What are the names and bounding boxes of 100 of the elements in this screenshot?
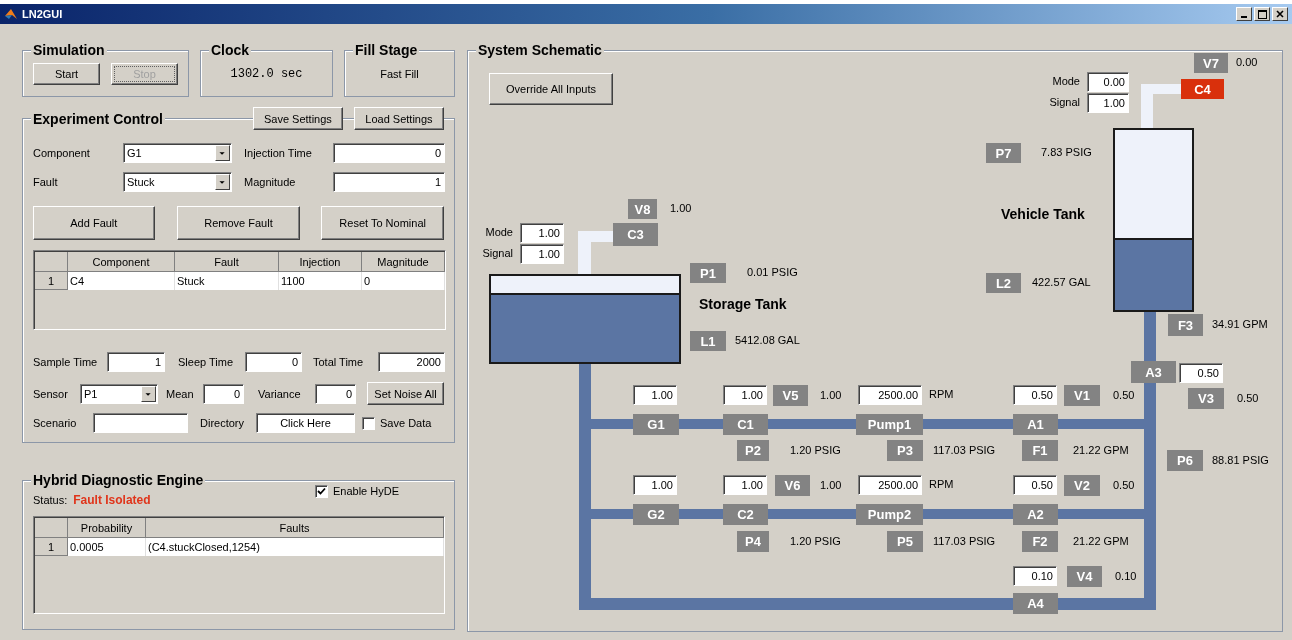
injection-time-field[interactable]: 0	[333, 143, 445, 163]
component-tag[interactable]: A2	[1013, 504, 1058, 525]
signal-field[interactable]: 1.00	[520, 244, 564, 264]
field-label: Mean	[166, 387, 195, 400]
setpoint-field[interactable]: 0.10	[1013, 566, 1057, 586]
component-tag[interactable]: P4	[737, 531, 769, 552]
column-header[interactable]: Injection	[279, 252, 362, 272]
component-tag[interactable]: V1	[1064, 385, 1100, 406]
component-tag[interactable]: C4	[1181, 79, 1224, 99]
component-tag[interactable]: F1	[1022, 440, 1058, 461]
component-tag[interactable]: V3	[1188, 388, 1224, 409]
component-tag[interactable]: P1	[690, 263, 726, 283]
component-tag[interactable]: L2	[986, 273, 1021, 293]
component-tag[interactable]: A4	[1013, 593, 1058, 614]
component-tag[interactable]: C3	[613, 223, 658, 246]
component-tag[interactable]: V5	[773, 385, 808, 406]
setpoint-field[interactable]: 1.00	[633, 385, 677, 405]
minimize-button[interactable]	[1236, 7, 1252, 21]
component-tag[interactable]: F3	[1168, 314, 1203, 336]
sensor-reading: 0.50	[1237, 392, 1259, 404]
component-tag[interactable]: Pump1	[856, 414, 923, 435]
component-tag[interactable]: V7	[1194, 53, 1228, 73]
component-tag[interactable]: P5	[887, 531, 923, 552]
fault-dropdown[interactable]: Stuck	[123, 172, 232, 192]
mode-field[interactable]: 1.00	[520, 223, 564, 243]
component-tag[interactable]: G2	[633, 504, 679, 525]
column-header[interactable]: Faults	[146, 518, 444, 538]
component-tag[interactable]: C1	[723, 414, 768, 435]
setpoint-field[interactable]: 1.00	[723, 475, 767, 495]
sensor-reading: 117.03 PSIG	[933, 535, 996, 547]
remove-fault-button[interactable]: Remove Fault	[176, 206, 301, 240]
component-tag[interactable]: P2	[737, 440, 769, 461]
component-tag[interactable]: V2	[1064, 475, 1100, 496]
component-tag[interactable]: Pump2	[856, 504, 923, 525]
component-tag[interactable]: C2	[723, 504, 768, 525]
setpoint-field[interactable]: 0.50	[1179, 363, 1223, 383]
sensor-reading: 0.50	[1113, 389, 1135, 401]
start-button[interactable]: Start	[33, 62, 100, 85]
component-dropdown[interactable]: G1	[123, 143, 232, 163]
variance-field[interactable]: 0	[315, 383, 356, 404]
directory-field[interactable]: Click Here	[256, 413, 355, 433]
sensor-reading: 117.03 PSIG	[933, 444, 996, 456]
component-tag[interactable]: P7	[986, 143, 1021, 163]
sample-time-field[interactable]: 1	[107, 352, 165, 372]
close-icon	[1276, 10, 1284, 18]
mean-field[interactable]: 0	[203, 383, 244, 404]
component-tag[interactable]: G1	[633, 414, 679, 435]
status-label: Status:	[33, 494, 68, 506]
maximize-icon	[1257, 9, 1267, 19]
scenario-field[interactable]	[93, 413, 188, 433]
magnitude-field[interactable]: 1	[333, 172, 445, 192]
maximize-button[interactable]	[1254, 7, 1270, 21]
component-tag[interactable]: P3	[887, 440, 923, 461]
field-label: Variance	[258, 387, 302, 400]
field-label: Directory	[200, 417, 245, 429]
component-tag[interactable]: L1	[690, 331, 726, 351]
sensor-reading: 0.00	[1236, 56, 1258, 68]
column-header[interactable]: Magnitude	[362, 252, 445, 272]
column-header[interactable]: Probability	[68, 518, 146, 538]
total-time-field[interactable]: 2000	[378, 352, 445, 372]
checkbox[interactable]	[314, 484, 328, 498]
column-header[interactable]: Component	[68, 252, 175, 272]
sensor-reading: 0.50	[1113, 479, 1135, 491]
signal-field[interactable]: 1.00	[1087, 93, 1129, 113]
mode-field[interactable]: 0.00	[1087, 72, 1129, 92]
caret-icon	[141, 385, 156, 402]
override-button[interactable]: Override All Inputs	[489, 73, 613, 105]
sensor-reading: 1.00	[670, 202, 692, 214]
unit-label: RPM	[929, 478, 954, 490]
setpoint-field[interactable]: 2500.00	[858, 385, 922, 405]
component-tag[interactable]: V6	[775, 475, 810, 496]
add-fault-button[interactable]: Add Fault	[33, 206, 155, 240]
setpoint-field[interactable]: 1.00	[723, 385, 767, 405]
field-label: Injection Time	[244, 147, 313, 159]
column-header[interactable]: Fault	[175, 252, 279, 272]
setpoint-field[interactable]: 1.00	[633, 475, 677, 495]
save-settings-button[interactable]: Save Settings	[252, 107, 343, 130]
setpoint-field[interactable]: 0.50	[1013, 385, 1057, 405]
sleep-time-field[interactable]: 0	[245, 352, 302, 372]
field-label: Component	[33, 147, 91, 159]
table-cell: Stuck	[175, 272, 279, 290]
field-label: Fault	[33, 176, 59, 188]
field-label: Scenario	[33, 417, 78, 429]
close-button[interactable]	[1272, 7, 1288, 21]
table-cell: 0	[362, 272, 445, 290]
checkbox-label: Enable HyDE	[332, 485, 399, 497]
component-tag[interactable]: V4	[1067, 566, 1102, 587]
reset-button[interactable]: Reset To Nominal	[321, 206, 444, 240]
component-tag[interactable]: V8	[628, 199, 657, 219]
setpoint-field[interactable]: 0.50	[1013, 475, 1057, 495]
sensor-dropdown[interactable]: P1	[80, 383, 158, 404]
component-tag[interactable]: F2	[1022, 531, 1058, 552]
fill-stage-value: Fast Fill	[380, 67, 419, 80]
set-noise-button[interactable]: Set Noise All	[367, 382, 444, 405]
component-tag[interactable]: A1	[1013, 414, 1058, 435]
component-tag[interactable]: A3	[1131, 361, 1176, 383]
load-settings-button[interactable]: Load Settings	[353, 107, 444, 130]
checkbox[interactable]	[362, 416, 375, 430]
component-tag[interactable]: P6	[1167, 450, 1203, 471]
setpoint-field[interactable]: 2500.00	[858, 475, 922, 495]
